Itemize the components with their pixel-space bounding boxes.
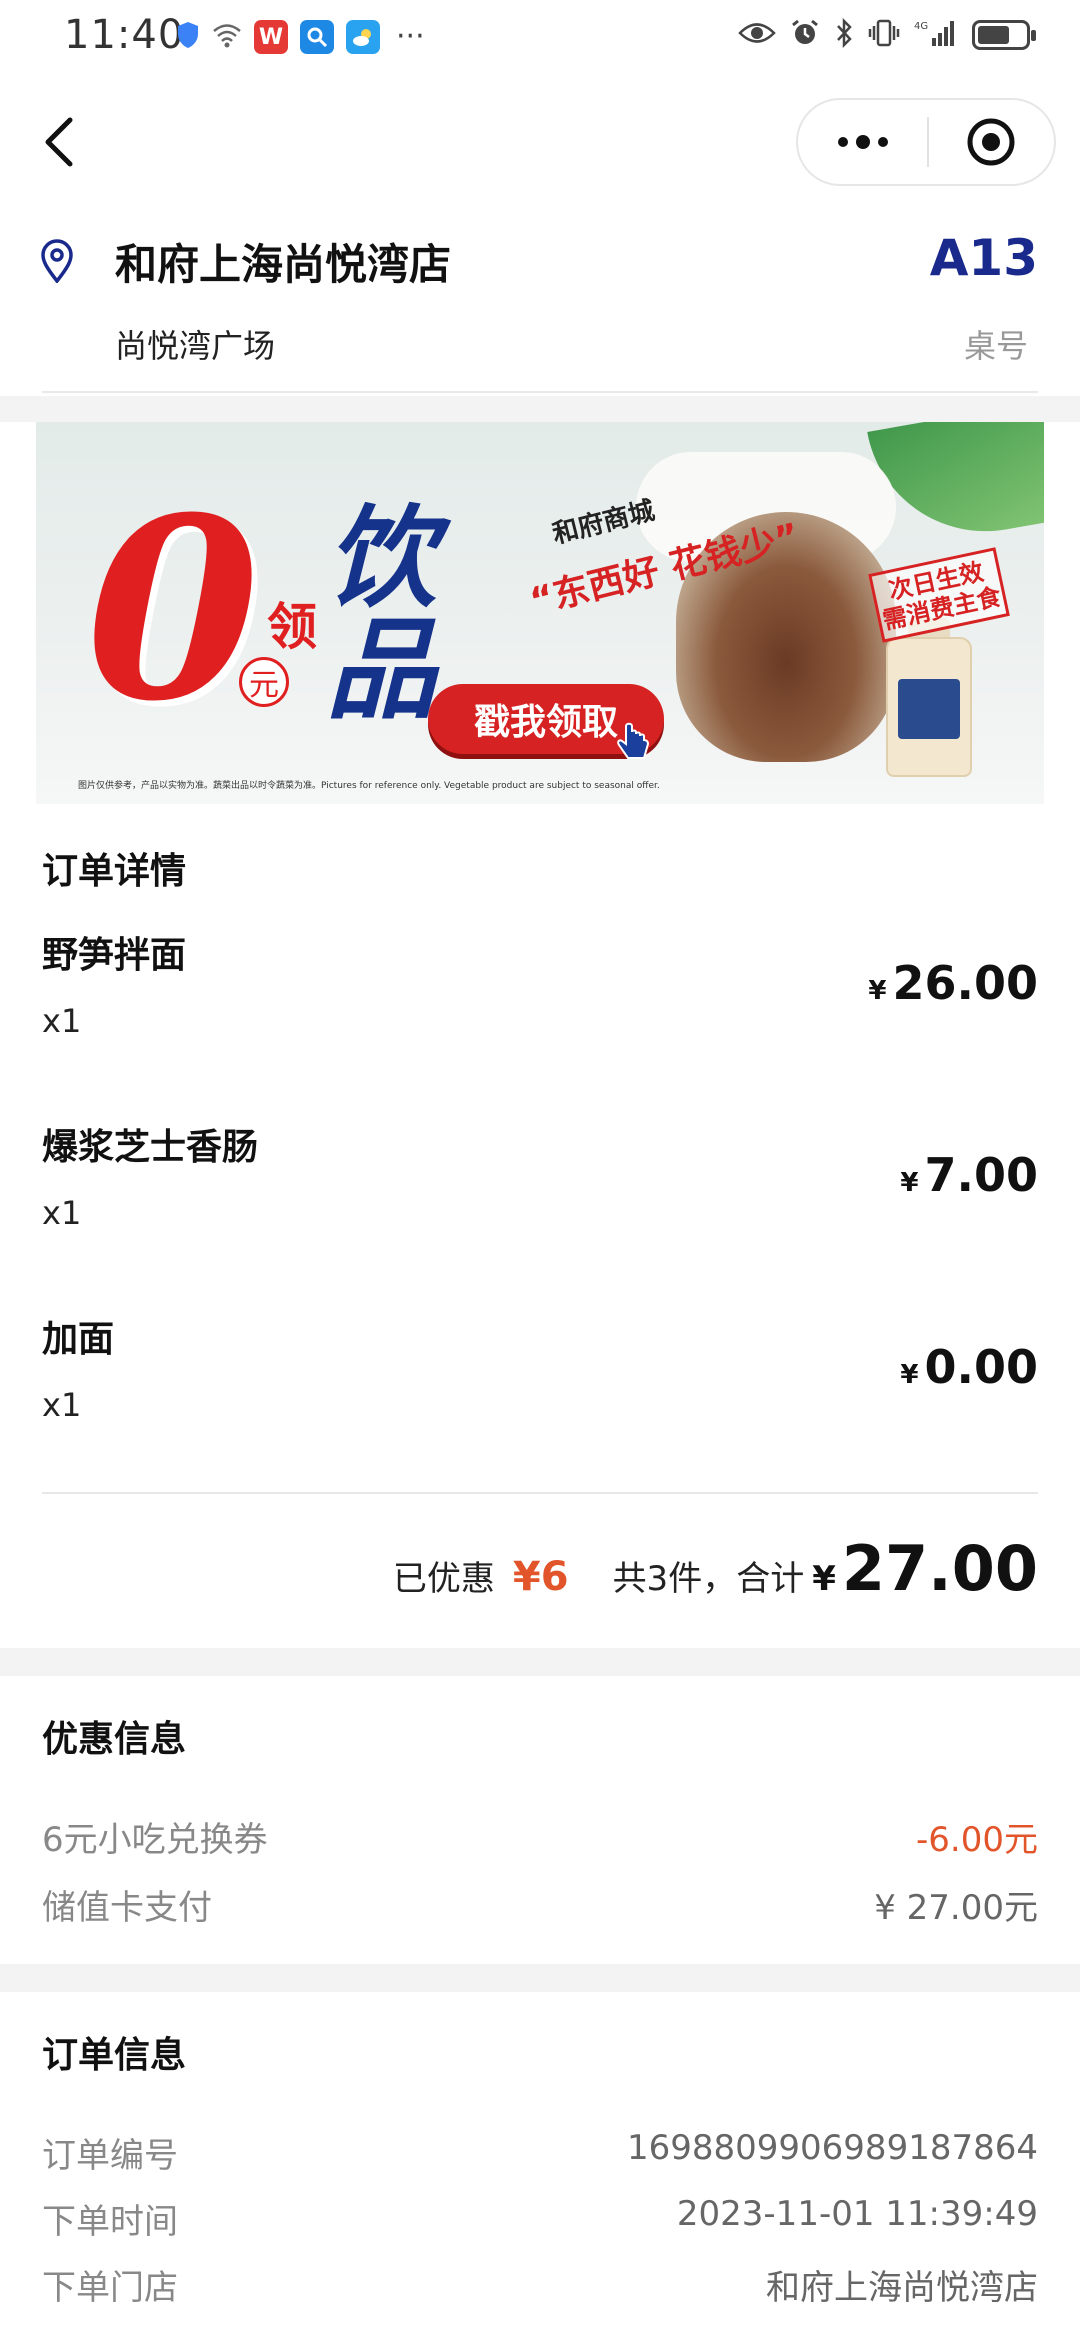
item-name: 野笋拌面 [42,935,187,976]
eye-icon [738,20,776,50]
store-subtitle: 尚悦湾广场 [115,327,276,365]
item-price-value: 26.00 [892,956,1038,1010]
table-number-label: 桌号 [963,327,1028,365]
svg-text:4G: 4G [914,21,928,32]
divider [42,391,1038,393]
alarm-icon [790,18,820,52]
order-info-title: 订单信息 [42,2035,187,2076]
order-time-row: 下单时间 2023-11-01 11:39:49 [0,2194,1080,2244]
item-price: ¥0.00 [900,1340,1038,1394]
store-name[interactable]: 和府上海尚悦湾店 [115,231,451,292]
miniprogram-capsule [796,98,1056,186]
section-gap [0,1964,1080,1992]
order-item: 野笋拌面 x1 ¥26.00 [0,926,1080,1086]
item-price-value: 7.00 [924,1148,1039,1202]
battery-icon [972,20,1036,50]
more-dots-icon [837,135,888,149]
item-name: 加面 [42,1319,115,1360]
more-notifications-icon: ··· [396,19,425,54]
hand-cursor-icon [616,722,652,766]
order-store-row: 下单门店 和府上海尚悦湾店 [0,2260,1080,2310]
discount-row: 6元小吃兑换券 -6.00元 [0,1812,1080,1862]
status-bar: 11:40 W ··· 4G [0,0,1080,76]
location-pin-icon [40,239,74,284]
item-quantity: x1 [42,1194,82,1232]
wifi-signal-icon [212,22,242,52]
payment-row-value: ¥ 27.00元 [874,1888,1038,1928]
cellular-signal-icon: 4G [914,18,958,52]
item-price: ¥26.00 [868,956,1038,1010]
wps-app-icon: W [254,20,288,54]
order-number-value[interactable]: 1698809906989187864 [627,2128,1038,2168]
order-details-title: 订单详情 [42,851,187,892]
discount-label: 已优惠 [392,1559,495,1599]
divider [42,1492,1038,1494]
order-store-label: 下单门店 [42,2268,178,2308]
item-price: ¥7.00 [900,1148,1038,1202]
chevron-left-icon [45,117,73,167]
banner-ling: 领 [267,598,317,656]
status-left-icons: W ··· [176,20,425,54]
order-number-label: 订单编号 [42,2136,178,2176]
discount-row-value: -6.00元 [916,1820,1038,1860]
item-price-value: 0.00 [924,1340,1039,1394]
banner-zero: 0 [86,462,260,756]
item-count-text: 共3件，合计 [612,1559,805,1599]
order-total: 27.00 [841,1532,1038,1605]
banner-mall: 和府商城 [549,495,658,551]
palm-leaf-graphic [867,422,1044,551]
promo-banner[interactable]: 0 领 元 饮品 和府商城 “东西好 花钱少” 次日生效 需消费主食 戳我领取 … [36,422,1044,804]
bluetooth-icon [834,17,854,52]
discount-row-label: 6元小吃兑换券 [42,1820,268,1860]
item-name: 爆浆芝士香肠 [42,1127,259,1168]
navigation-bar [0,90,1080,200]
shield-icon [176,21,200,53]
order-time-value: 2023-11-01 11:39:49 [676,2194,1038,2234]
payment-row: 储值卡支付 ¥ 27.00元 [0,1880,1080,1930]
status-time: 11:40 [64,12,185,58]
back-button[interactable] [36,112,86,172]
close-miniprogram-button[interactable] [929,100,1054,184]
discount-amount: ¥6 [512,1554,569,1600]
search-app-icon [300,20,334,54]
vibrate-icon [868,18,900,52]
order-summary: 已优惠 ¥6 共3件，合计 ¥ 27.00 [393,1532,1038,1605]
banner-yuan: 元 [239,657,289,707]
currency-symbol: ¥ [868,976,887,1006]
banner-fine-print: 图片仅供参考，产品以实物为准。蔬菜出品以时令蔬菜为准。Pictures for … [78,781,660,791]
discount-info-title: 优惠信息 [42,1719,187,1760]
banner-stamp: 次日生效 需消费主食 [868,547,1010,643]
more-menu-button[interactable] [798,100,927,184]
order-item: 加面 x1 ¥0.00 [0,1310,1080,1470]
store-header: 和府上海尚悦湾店 尚悦湾广场 A13 桌号 [0,225,1080,395]
status-right-icons: 4G [738,17,1036,52]
currency-symbol: ¥ [900,1168,919,1198]
order-time-label: 下单时间 [42,2202,178,2242]
table-number: A13 [929,229,1038,287]
currency-symbol: ¥ [900,1360,919,1390]
item-quantity: x1 [42,1386,82,1424]
item-quantity: x1 [42,1002,82,1040]
section-gap [0,396,1080,422]
section-gap [0,1648,1080,1676]
banner-drink: 饮品 [326,494,436,734]
order-store-value: 和府上海尚悦湾店 [766,2268,1038,2308]
currency-symbol: ¥ [812,1559,836,1599]
weather-app-icon [346,20,380,54]
target-close-icon [967,118,1015,166]
payment-row-label: 储值卡支付 [42,1888,212,1928]
order-item: 爆浆芝士香肠 x1 ¥7.00 [0,1118,1080,1278]
order-number-row: 订单编号 1698809906989187864 [0,2128,1080,2178]
bottle-graphic [886,637,972,777]
